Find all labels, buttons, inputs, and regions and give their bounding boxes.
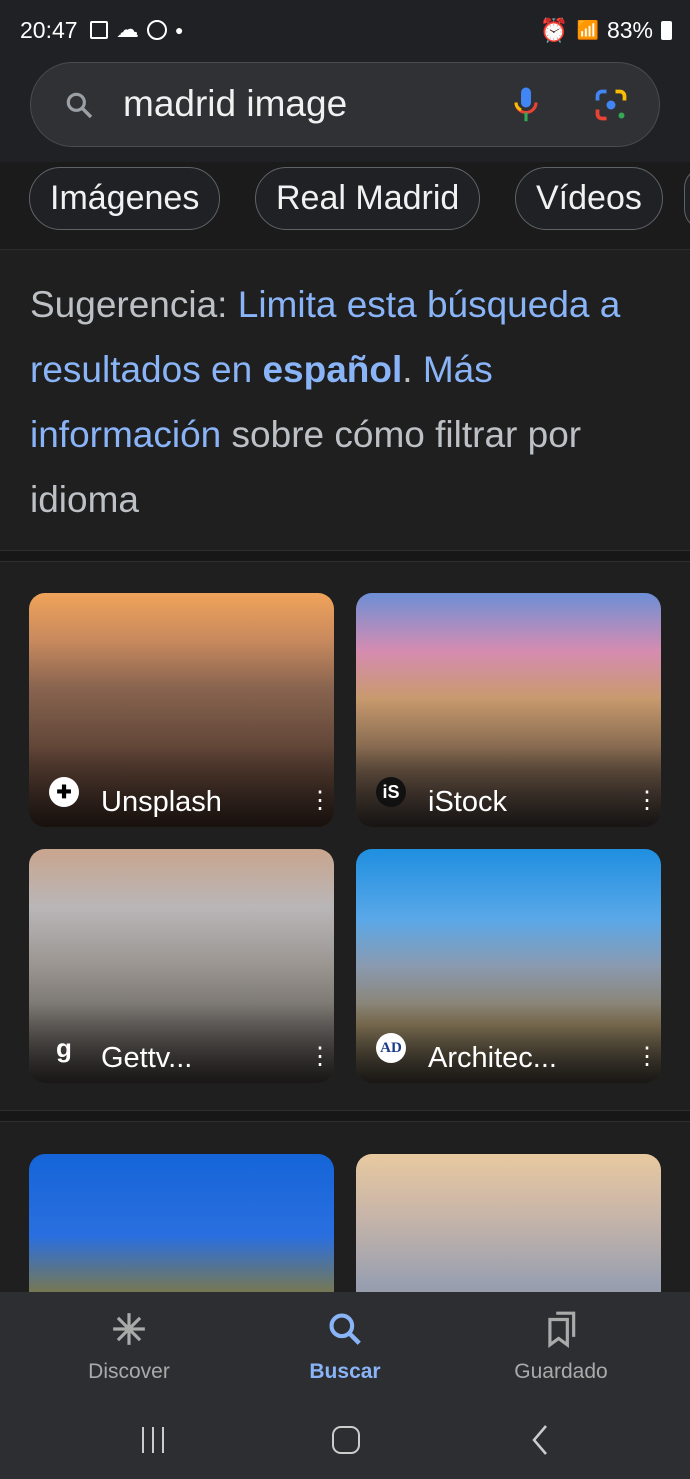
search-icon xyxy=(329,1313,361,1345)
chip-images[interactable]: Imágenes xyxy=(29,167,221,230)
asterisk-icon xyxy=(113,1313,145,1345)
limit-link-bold: español xyxy=(262,349,403,390)
more-options-icon[interactable]: ⋮ xyxy=(308,789,332,813)
battery-text: 83% xyxy=(606,17,653,43)
microphone-icon[interactable] xyxy=(511,85,541,125)
istock-icon: iS xyxy=(376,777,406,807)
google-lens-icon[interactable] xyxy=(593,87,629,123)
tab-saved[interactable]: Guardado xyxy=(481,1310,641,1384)
tab-label: Guardado xyxy=(514,1360,608,1383)
filter-chips: Imágenes Real Madrid Vídeos xyxy=(0,162,690,250)
alarm-icon: ⏰ xyxy=(539,17,569,43)
recent-apps-button[interactable] xyxy=(123,1420,183,1460)
wifi-icon: 📶 xyxy=(576,20,599,40)
tab-search[interactable]: Buscar xyxy=(265,1310,425,1384)
gallery-icon xyxy=(90,20,108,39)
image-source: Unsplash xyxy=(101,786,222,818)
notification-icons: ☁ ● xyxy=(90,16,183,43)
cloud-icon: ☁ xyxy=(116,16,139,42)
top-bar: madrid image xyxy=(0,58,690,162)
image-result[interactable]: AD Architec... ⋮ xyxy=(356,849,661,1083)
more-options-icon[interactable]: ⋮ xyxy=(635,1045,659,1069)
more-options-icon[interactable]: ⋮ xyxy=(308,1045,332,1069)
chip-more[interactable] xyxy=(684,167,690,230)
tab-discover[interactable]: Discover xyxy=(49,1310,209,1384)
architectural-digest-icon: AD xyxy=(376,1033,406,1063)
recent-apps-icon xyxy=(142,1427,164,1453)
status-time: 20:47 xyxy=(20,17,78,43)
whatsapp-icon xyxy=(147,19,167,40)
back-icon xyxy=(532,1425,547,1455)
search-icon xyxy=(66,92,93,119)
image-source: Gettv... xyxy=(101,1042,193,1074)
suggestion-separator: . xyxy=(402,349,423,390)
image-source: Architec... xyxy=(428,1042,557,1074)
home-icon xyxy=(332,1426,360,1454)
image-source: iStock xyxy=(428,786,507,818)
section-divider xyxy=(0,1110,690,1122)
search-query[interactable]: madrid image xyxy=(123,83,347,125)
section-divider xyxy=(0,550,690,562)
tab-label: Buscar xyxy=(309,1360,381,1383)
home-button[interactable] xyxy=(316,1420,376,1460)
unsplash-icon: ✚ xyxy=(49,777,79,807)
getty-icon: g xyxy=(56,1033,72,1063)
bottom-navigation: Discover Buscar Guardado xyxy=(0,1292,690,1479)
chip-videos[interactable]: Vídeos xyxy=(515,167,663,230)
image-result[interactable]: iS iStock ⋮ xyxy=(356,593,661,827)
chip-real-madrid[interactable]: Real Madrid xyxy=(255,167,481,230)
tab-label: Discover xyxy=(88,1360,170,1383)
more-options-icon[interactable]: ⋮ xyxy=(635,789,659,813)
image-result[interactable]: ✚ Unsplash ⋮ xyxy=(29,593,334,827)
search-box[interactable]: madrid image xyxy=(30,62,660,147)
back-button[interactable] xyxy=(510,1420,570,1460)
language-suggestion: Sugerencia: Limita esta búsqueda a resul… xyxy=(30,272,670,532)
image-result[interactable]: g Gettv... ⋮ xyxy=(29,849,334,1083)
status-bar: 20:47 ☁ ● ⏰ 📶 83% xyxy=(0,0,690,58)
suggestion-prefix: Sugerencia: xyxy=(30,284,238,325)
dot-icon: ● xyxy=(175,21,184,38)
bookmarks-icon xyxy=(548,1311,576,1348)
battery-icon xyxy=(661,21,672,40)
